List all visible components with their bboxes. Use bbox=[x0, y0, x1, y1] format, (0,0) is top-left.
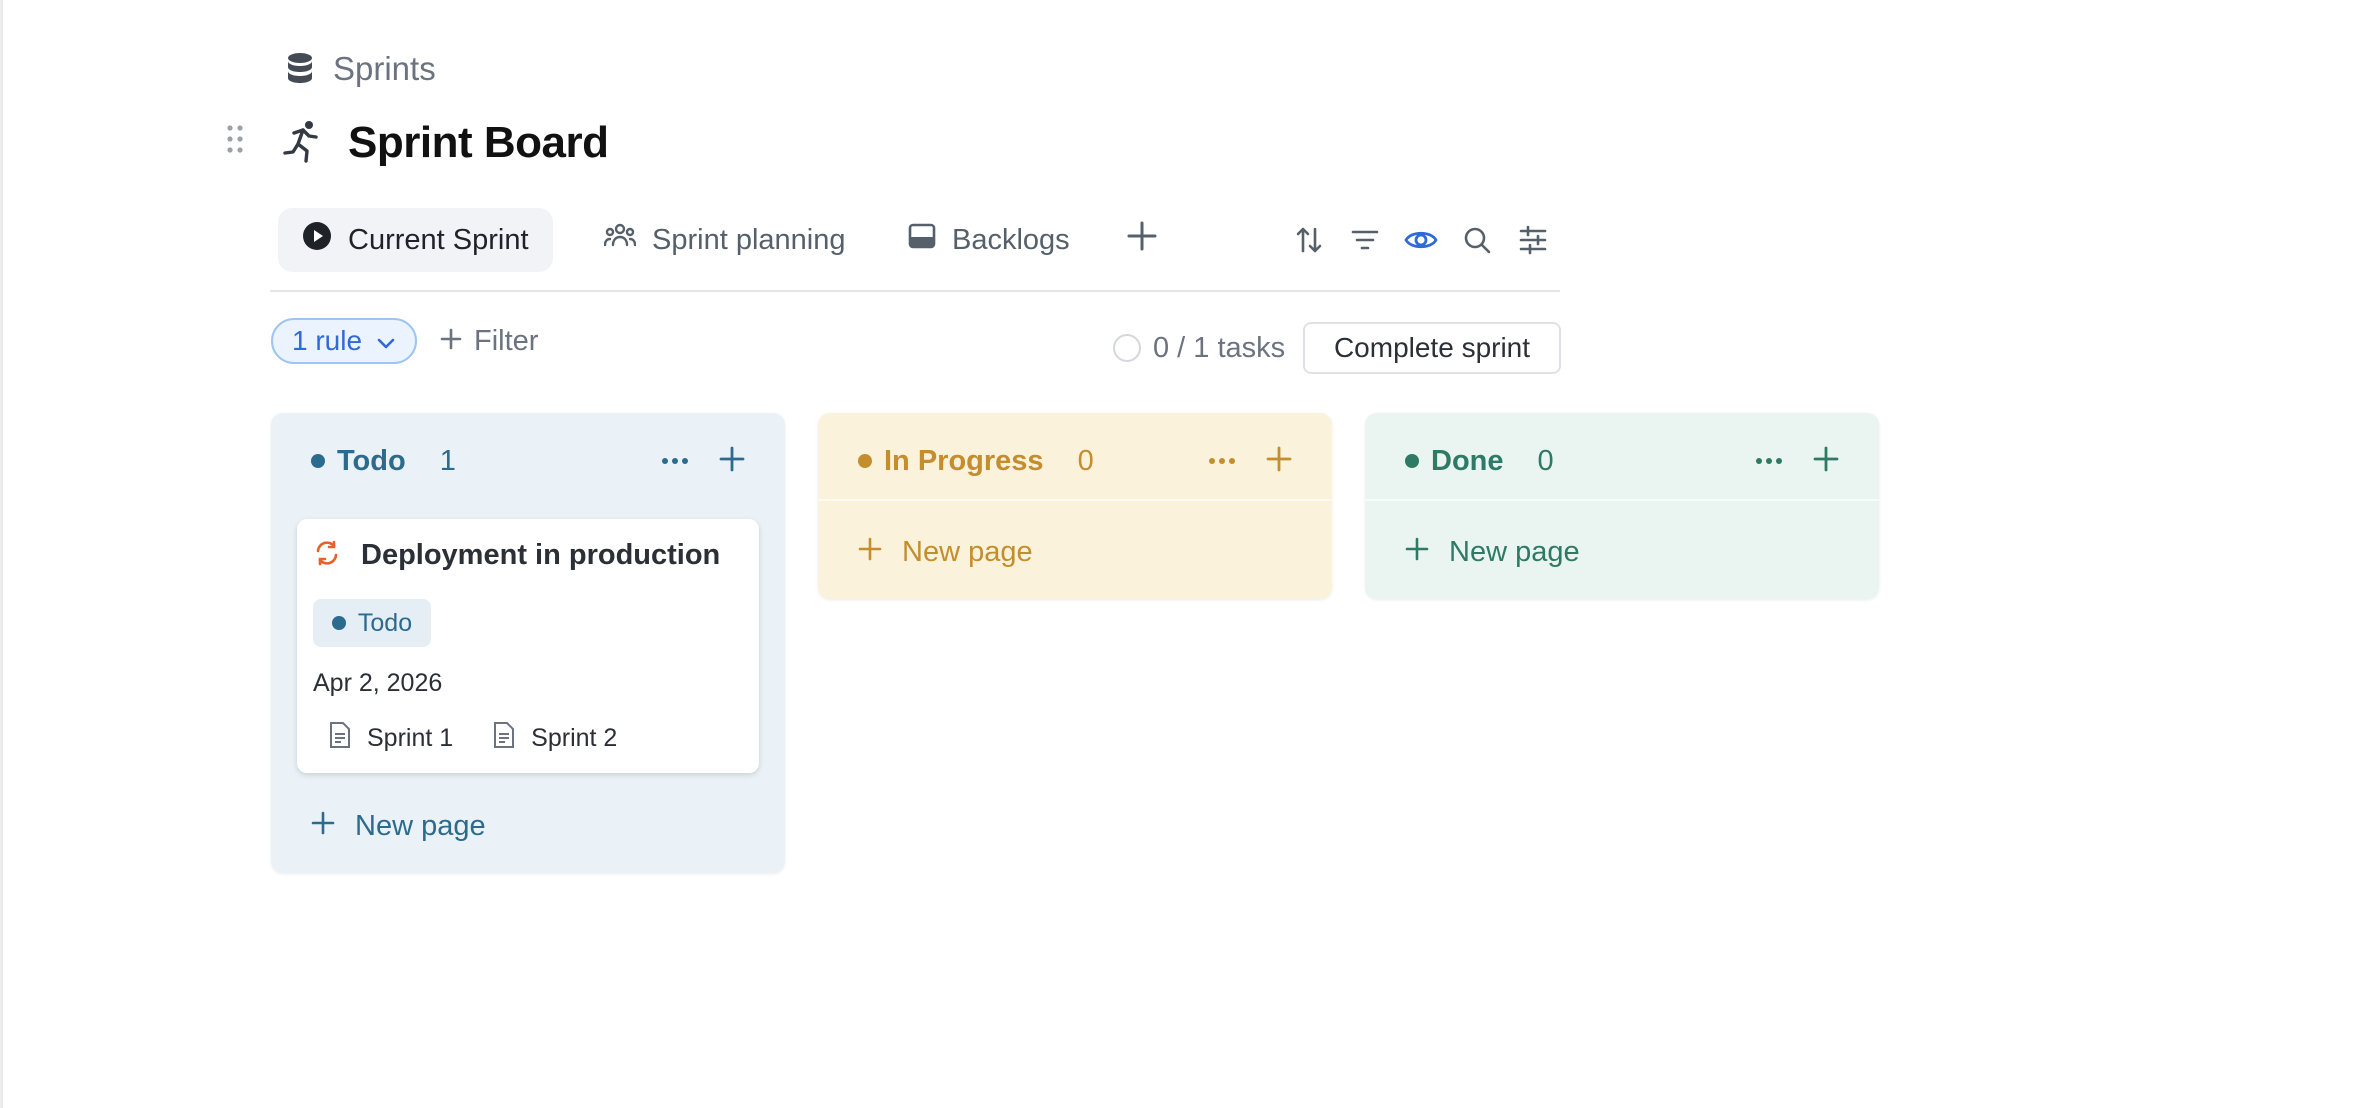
plus-icon[interactable] bbox=[719, 446, 745, 477]
more-icon[interactable] bbox=[1755, 452, 1783, 470]
status-dot bbox=[311, 454, 325, 468]
new-page-button[interactable]: New page bbox=[858, 530, 1033, 574]
search-icon[interactable] bbox=[1460, 223, 1494, 257]
tasks-count-label: 0 / 1 tasks bbox=[1153, 331, 1286, 364]
plus-icon bbox=[1405, 536, 1429, 569]
tab-label: Backlogs bbox=[952, 223, 1070, 256]
rule-filter-pill[interactable]: 1 rule bbox=[271, 318, 417, 364]
column-actions bbox=[1755, 441, 1839, 481]
breadcrumb[interactable]: Sprints bbox=[285, 50, 436, 88]
status-dot bbox=[1405, 454, 1419, 468]
column-actions bbox=[661, 441, 745, 481]
tasks-progress: 0 / 1 tasks bbox=[1113, 328, 1285, 368]
column-count: 1 bbox=[439, 444, 456, 477]
document-icon bbox=[329, 721, 351, 756]
column-count: 0 bbox=[1537, 444, 1554, 477]
plus-icon bbox=[858, 536, 882, 569]
column-header[interactable]: Done 0 bbox=[1405, 441, 1554, 481]
filter-icon[interactable] bbox=[1348, 223, 1382, 257]
plus-icon[interactable] bbox=[1266, 446, 1292, 477]
more-icon[interactable] bbox=[661, 452, 689, 470]
running-person-icon[interactable] bbox=[282, 119, 324, 168]
new-page-button[interactable]: New page bbox=[311, 804, 486, 848]
view-toolbar bbox=[1292, 208, 1550, 272]
board-column-in-progress: In Progress 0 New page bbox=[818, 413, 1332, 599]
sort-icon[interactable] bbox=[1292, 223, 1326, 257]
eye-icon[interactable] bbox=[1404, 223, 1438, 257]
plus-icon bbox=[440, 325, 462, 358]
column-divider bbox=[818, 499, 1332, 501]
new-page-label: New page bbox=[355, 809, 486, 842]
column-header[interactable]: Todo 1 bbox=[311, 441, 456, 481]
sprint-board-page: Sprints Sprint Board Current Sprint Spri… bbox=[0, 0, 2360, 1108]
tab-backlogs[interactable]: Backlogs bbox=[884, 208, 1094, 272]
card-title-row: Deployment in production bbox=[313, 539, 720, 572]
view-tabs: Current Sprint Sprint planning Backlogs bbox=[270, 208, 1560, 292]
board-column-todo: Todo 1 Deployment in production Todo Apr… bbox=[271, 413, 785, 873]
new-page-label: New page bbox=[1449, 535, 1580, 568]
more-icon[interactable] bbox=[1208, 452, 1236, 470]
status-label: Todo bbox=[357, 608, 413, 637]
chevron-down-icon bbox=[376, 325, 396, 357]
rule-label: 1 rule bbox=[291, 325, 363, 356]
add-view-button[interactable] bbox=[1114, 208, 1170, 272]
relation-label: Sprint 2 bbox=[531, 724, 618, 752]
card-title: Deployment in production bbox=[361, 539, 721, 571]
new-page-button[interactable]: New page bbox=[1405, 530, 1580, 574]
tab-current-sprint[interactable]: Current Sprint bbox=[278, 208, 553, 272]
complete-sprint-button[interactable]: Complete sprint bbox=[1303, 322, 1561, 374]
settings-sliders-icon[interactable] bbox=[1516, 223, 1550, 257]
plus-icon[interactable] bbox=[1813, 446, 1839, 477]
filter-label: Filter bbox=[474, 324, 539, 357]
database-icon bbox=[285, 52, 315, 86]
progress-circle-icon bbox=[1113, 334, 1141, 362]
breadcrumb-label: Sprints bbox=[333, 50, 436, 87]
plus-icon bbox=[311, 810, 335, 843]
tab-label: Current Sprint bbox=[348, 223, 529, 256]
relation-label: Sprint 1 bbox=[367, 724, 454, 752]
title-row: Sprint Board bbox=[282, 118, 609, 168]
board-card[interactable]: Deployment in production Todo Apr 2, 202… bbox=[297, 519, 759, 773]
page-title: Sprint Board bbox=[348, 118, 609, 167]
plus-icon bbox=[1126, 220, 1158, 260]
column-header[interactable]: In Progress 0 bbox=[858, 441, 1094, 481]
drag-handle-icon[interactable] bbox=[225, 124, 245, 159]
document-icon bbox=[493, 721, 515, 756]
board-column-done: Done 0 New page bbox=[1365, 413, 1879, 599]
column-title: Done bbox=[1431, 444, 1504, 477]
status-dot bbox=[858, 454, 872, 468]
relation-sprint-1[interactable]: Sprint 1 bbox=[329, 721, 453, 756]
column-title: In Progress bbox=[884, 444, 1044, 477]
column-title: Todo bbox=[337, 444, 406, 477]
relation-sprint-2[interactable]: Sprint 2 bbox=[493, 721, 617, 756]
new-page-label: New page bbox=[902, 535, 1033, 568]
status-dot bbox=[331, 616, 346, 630]
people-icon bbox=[603, 221, 637, 259]
card-relations: Sprint 1 Sprint 2 bbox=[329, 721, 617, 756]
column-divider bbox=[1365, 499, 1879, 501]
sync-icon bbox=[313, 539, 341, 572]
tab-sprint-planning[interactable]: Sprint planning bbox=[580, 208, 869, 272]
tab-label: Sprint planning bbox=[652, 223, 846, 256]
column-actions bbox=[1208, 441, 1292, 481]
column-count: 0 bbox=[1077, 444, 1094, 477]
status-badge: Todo bbox=[313, 599, 431, 647]
inbox-icon bbox=[908, 222, 936, 258]
card-date: Apr 2, 2026 bbox=[313, 669, 443, 697]
add-filter-button[interactable]: Filter bbox=[440, 318, 538, 364]
play-circle-icon bbox=[302, 221, 332, 259]
